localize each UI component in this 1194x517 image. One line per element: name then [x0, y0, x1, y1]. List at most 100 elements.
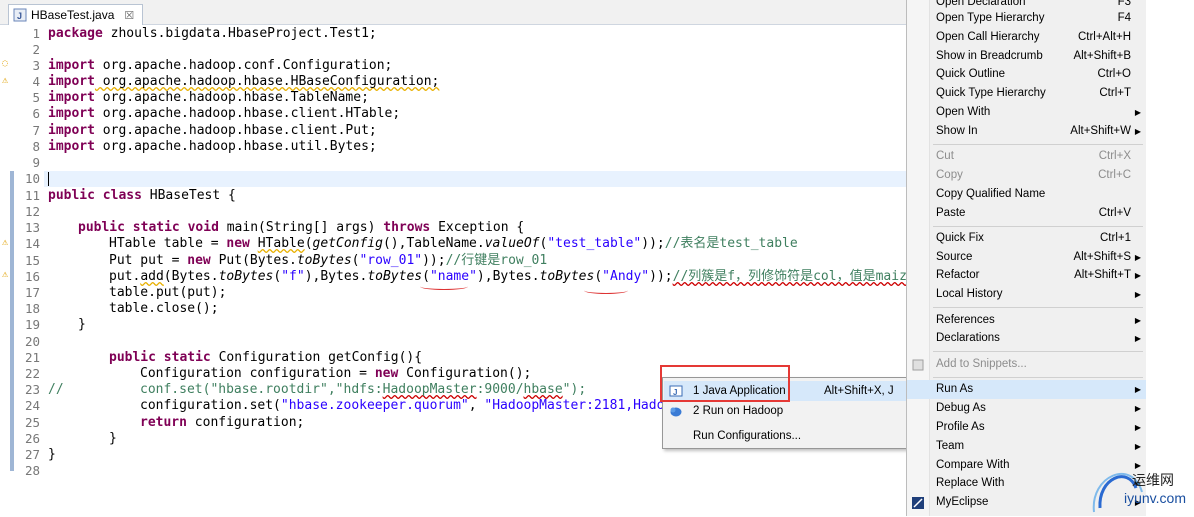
- annotation-highlight-box: [660, 365, 790, 402]
- menu-item-paste[interactable]: Paste Ctrl+V: [907, 204, 1147, 223]
- menu-item-copy-qualified-name[interactable]: Copy Qualified Name: [907, 185, 1147, 204]
- code-token: toBytes: [296, 253, 352, 268]
- keyword: package: [48, 26, 103, 41]
- submenu-arrow-icon: ▶: [1134, 385, 1141, 394]
- menu-item-accelerator: Alt+Shift+T: [1074, 269, 1131, 281]
- code-line-19: }: [78, 317, 86, 333]
- menu-item-quick-fix[interactable]: Quick Fix Ctrl+1: [907, 229, 1147, 248]
- code-token: Configuration getConfig(){: [210, 350, 423, 365]
- menu-item-label: Add to Snippets...: [936, 358, 1027, 370]
- menu-item-profile-as[interactable]: Profile As ▶: [907, 418, 1147, 437]
- code-token: (Bytes.: [163, 269, 219, 284]
- submenu-arrow-icon: ▶: [1134, 404, 1141, 413]
- code-line-23: //: [48, 382, 64, 398]
- string-literal: "Andy": [602, 269, 650, 284]
- submenu-arrow-icon: ▶: [1134, 253, 1141, 262]
- menu-item-show-in-breadcrumb[interactable]: Show in Breadcrumb Alt+Shift+B: [907, 47, 1147, 66]
- menu-item-label: Copy Qualified Name: [936, 188, 1046, 200]
- code-token: HTable table =: [109, 236, 227, 251]
- code-token: (),TableName.: [382, 236, 485, 251]
- line-number: 17: [24, 285, 40, 300]
- code-line-18: table.close();: [109, 301, 219, 317]
- menu-item-label: Declarations: [936, 332, 1000, 344]
- menu-item-copy[interactable]: Copy Ctrl+C: [907, 166, 1147, 185]
- string-literal: "f": [281, 269, 305, 284]
- comment: hbase: [523, 382, 563, 397]
- code-token: toBytes: [218, 269, 274, 284]
- code-token: }: [78, 317, 86, 332]
- submenu-arrow-icon: ▶: [1134, 271, 1141, 280]
- menu-item-label: Team: [936, 440, 965, 452]
- menu-item-run-as[interactable]: Run As ▶: [907, 380, 1147, 399]
- menu-separator: [933, 144, 1143, 145]
- code-token: zhouls.bigdata.HbaseProject.Test1;: [102, 26, 377, 41]
- menu-item-local-history[interactable]: Local History ▶: [907, 285, 1147, 304]
- menu-item-accelerator: Ctrl+X: [1098, 150, 1131, 162]
- menu-item-label: MyEclipse: [936, 496, 989, 508]
- keyword: import: [48, 58, 95, 73]
- menu-item-label: Paste: [936, 207, 966, 219]
- menu-item-run-configurations[interactable]: Run Configurations...: [664, 426, 906, 446]
- line-number: 11: [24, 188, 40, 203]
- menu-item-refactor[interactable]: Refactor Alt+Shift+T ▶: [907, 266, 1147, 285]
- code-line-21: public static Configuration getConfig(){: [109, 350, 422, 366]
- menu-item-debug-as[interactable]: Debug As ▶: [907, 399, 1147, 418]
- menu-item-team[interactable]: Team ▶: [907, 437, 1147, 456]
- keyword: void: [187, 220, 219, 235]
- line-number: 22: [24, 366, 40, 381]
- line-number: 13: [24, 220, 40, 235]
- menu-item-accelerator: Ctrl+C: [1098, 169, 1131, 181]
- menu-item-label: Profile As: [936, 421, 985, 433]
- menu-item-references[interactable]: References ▶: [907, 311, 1147, 330]
- menu-item-accelerator: Ctrl+Alt+H: [1077, 31, 1131, 43]
- close-icon[interactable]: ☒: [124, 9, 134, 22]
- menu-item-show-in[interactable]: Show In Alt+Shift+W ▶: [907, 122, 1147, 141]
- keyword: import: [48, 123, 95, 138]
- line-number: 26: [24, 431, 40, 446]
- keyword: class: [102, 188, 142, 203]
- code-token: org.apache.hadoop.hbase.TableName;: [94, 90, 369, 105]
- code-token: valueOf: [484, 236, 540, 251]
- menu-item-open-call-hierarchy[interactable]: Open Call Hierarchy Ctrl+Alt+H: [907, 28, 1147, 47]
- line-number: 4: [32, 74, 40, 89]
- handwritten-underline: [584, 287, 628, 294]
- menu-separator: [933, 377, 1143, 378]
- comment: ");: [562, 382, 587, 397]
- menu-item-add-to-snippets[interactable]: Add to Snippets...: [907, 355, 1147, 374]
- hadoop-elephant-icon: [669, 404, 683, 418]
- line-number: 15: [24, 253, 40, 268]
- menu-item-declarations[interactable]: Declarations ▶: [907, 329, 1147, 348]
- comment: conf.set("hbase.rootdir","hdfs:: [140, 382, 383, 397]
- code-token: ),Bytes.: [476, 269, 540, 284]
- fold-marker-icon[interactable]: ◌: [0, 58, 10, 69]
- warning-icon[interactable]: ⚠: [0, 75, 10, 86]
- menu-item-open-with[interactable]: Open With ▶: [907, 103, 1147, 122]
- menu-separator: [933, 307, 1143, 308]
- line-number: 5: [32, 90, 40, 105]
- comment: HadoopMaster: [382, 382, 477, 397]
- keyword: static: [163, 350, 211, 365]
- line-number: 6: [32, 106, 40, 121]
- comment: //列簇是f，列修饰符是col，值是maizi: [672, 269, 915, 284]
- watermark-text-en: iyunv.com: [1124, 490, 1186, 506]
- code-line-3: import org.apache.hadoop.conf.Configurat…: [48, 58, 392, 74]
- editor-tab-label: HBaseTest.java: [31, 8, 115, 22]
- keyword: import: [48, 74, 95, 89]
- menu-item-quick-type-hierarchy[interactable]: Quick Type Hierarchy Ctrl+T: [907, 84, 1147, 103]
- menu-item-source[interactable]: Source Alt+Shift+S ▶: [907, 248, 1147, 267]
- menu-item-run-on-hadoop[interactable]: 2 Run on Hadoop: [664, 401, 906, 421]
- warning-icon[interactable]: ⚠: [0, 237, 10, 248]
- code-line-14: HTable table = new HTable(getConfig(),Ta…: [109, 236, 798, 252]
- warning-icon[interactable]: ⚠: [0, 269, 10, 280]
- line-number-gutter: 1 2 3 4 5 6 7 8 9 10 11 12 13 14 15 16 17 18 19 20 21 22 23 24 2…: [14, 25, 44, 516]
- menu-item-quick-outline[interactable]: Quick Outline Ctrl+O: [907, 65, 1147, 84]
- line-number: 27: [24, 447, 40, 462]
- code-token: getConfig: [312, 236, 383, 251]
- menu-item-cut[interactable]: Cut Ctrl+X: [907, 147, 1147, 166]
- line-number: 10: [24, 171, 40, 186]
- code-line-1: package zhouls.bigdata.HbaseProject.Test…: [48, 26, 377, 42]
- editor-tab-hbasetest[interactable]: J HBaseTest.java ☒: [8, 4, 144, 25]
- line-number: 20: [24, 334, 40, 349]
- menu-item-open-type-hierarchy[interactable]: Open Type Hierarchy F4: [907, 9, 1147, 28]
- code-token: (: [422, 269, 430, 284]
